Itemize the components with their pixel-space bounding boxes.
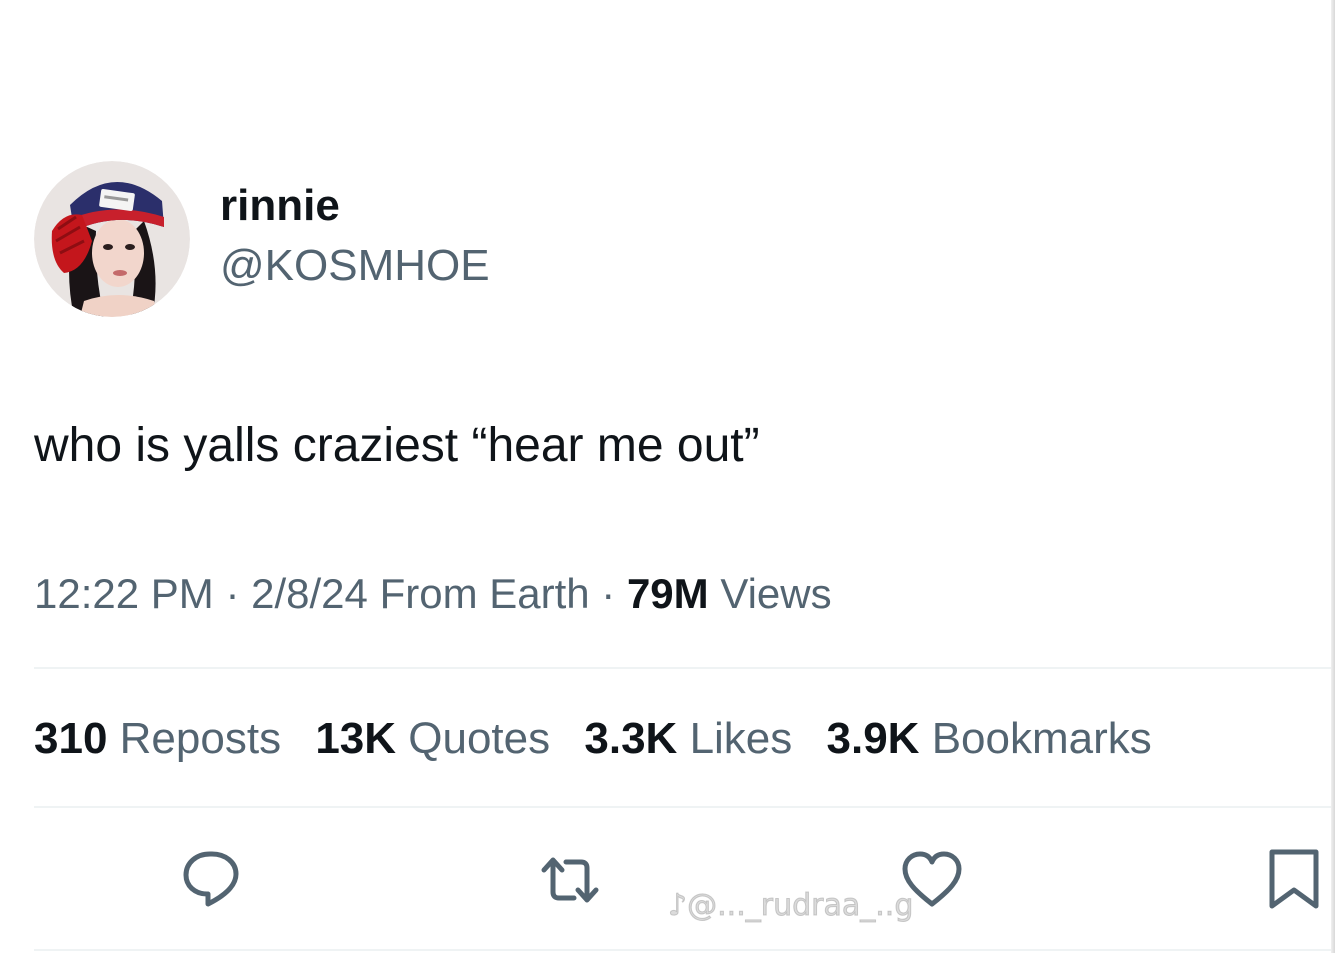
tweet-header: rinnie @KOSMHOE bbox=[34, 161, 490, 317]
post-date[interactable]: 2/8/24 bbox=[251, 570, 368, 617]
tiktok-watermark: ♪@..._rudraa_..g bbox=[667, 888, 914, 924]
repost-button[interactable] bbox=[538, 848, 602, 912]
stat-count: 13K bbox=[315, 714, 397, 763]
meta-separator: · bbox=[589, 570, 627, 617]
stat-likes[interactable]: 3.3K Likes bbox=[584, 714, 792, 763]
user-handle[interactable]: @KOSMHOE bbox=[220, 238, 490, 294]
stat-bookmarks[interactable]: 3.9K Bookmarks bbox=[827, 714, 1152, 763]
avatar[interactable] bbox=[34, 161, 190, 317]
views-count: 79M bbox=[626, 570, 709, 617]
screen-edge bbox=[1331, 0, 1335, 953]
divider bbox=[34, 949, 1331, 951]
stat-count: 3.9K bbox=[826, 714, 920, 763]
meta-separator: · bbox=[213, 570, 252, 617]
stat-reposts[interactable]: 310 Reposts bbox=[34, 714, 281, 763]
bookmark-icon bbox=[1269, 849, 1319, 909]
stat-label: Bookmarks bbox=[931, 714, 1152, 763]
post-source: From Earth bbox=[379, 570, 590, 617]
stat-count: 310 bbox=[34, 714, 108, 763]
display-name[interactable]: rinnie bbox=[220, 180, 490, 232]
stat-label: Likes bbox=[689, 714, 793, 763]
views-label: Views bbox=[720, 570, 832, 617]
engagement-stats: 310 Reposts 13K Quotes 3.3K Likes 3.9K B… bbox=[34, 710, 1174, 768]
stat-label: Reposts bbox=[119, 714, 282, 763]
reply-icon bbox=[183, 851, 239, 907]
stat-label: Quotes bbox=[408, 714, 551, 763]
divider bbox=[34, 806, 1331, 808]
bookmark-button[interactable] bbox=[1262, 846, 1326, 910]
tweet-page: rinnie @KOSMHOE who is yalls craziest “h… bbox=[0, 0, 1335, 953]
author-names: rinnie @KOSMHOE bbox=[220, 180, 490, 294]
tweet-meta: 12:22 PM · 2/8/24 From Earth · 79M Views bbox=[34, 566, 832, 622]
repost-icon bbox=[541, 857, 599, 903]
post-time[interactable]: 12:22 PM bbox=[34, 570, 214, 617]
reply-button[interactable] bbox=[180, 846, 244, 910]
divider bbox=[34, 667, 1331, 669]
stat-count: 3.3K bbox=[584, 714, 678, 763]
tweet-text: who is yalls craziest “hear me out” bbox=[34, 419, 760, 472]
avatar-image bbox=[34, 161, 190, 317]
stat-quotes[interactable]: 13K Quotes bbox=[315, 714, 550, 763]
